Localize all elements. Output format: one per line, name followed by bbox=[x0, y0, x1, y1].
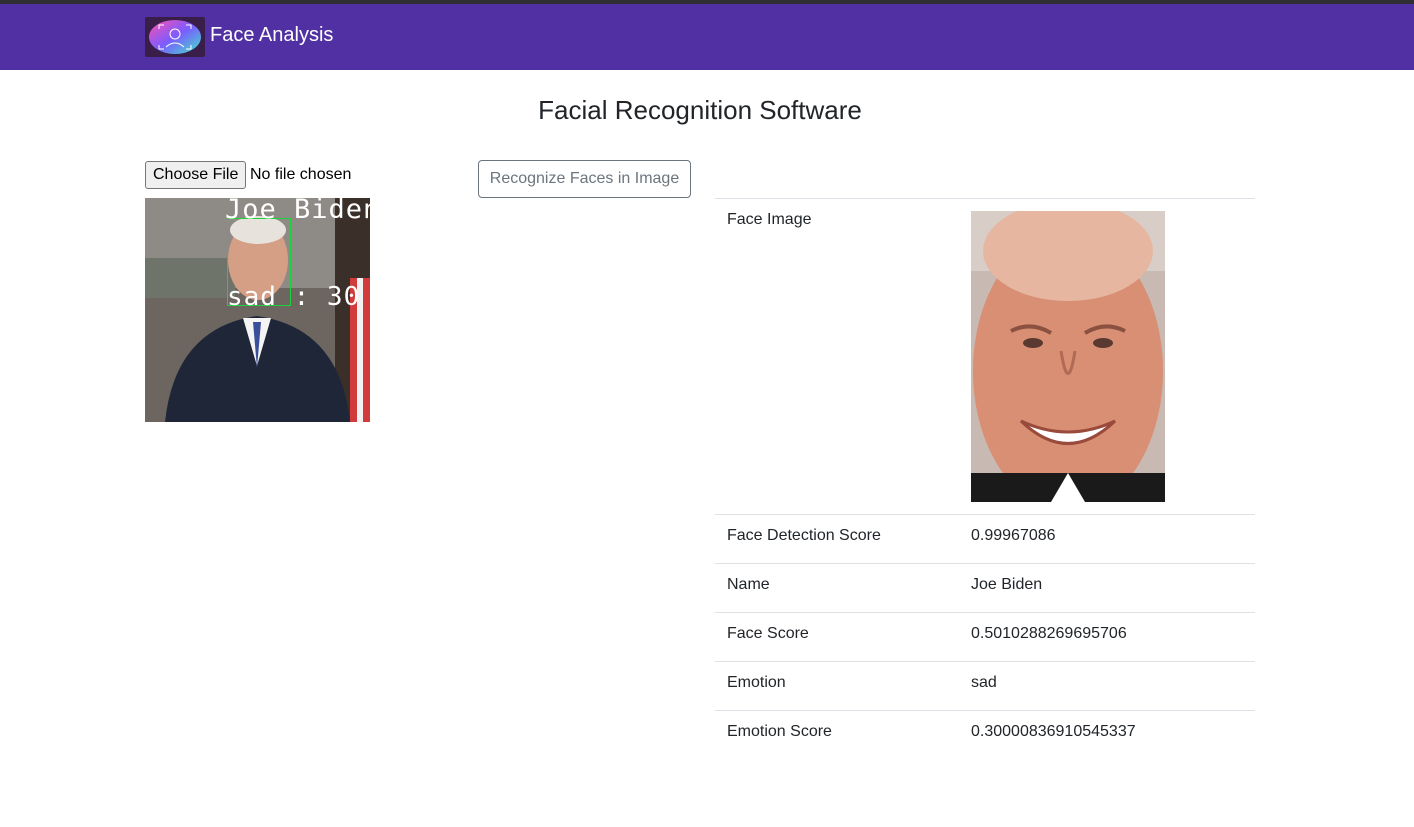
table-row: Name Joe Biden bbox=[715, 563, 1255, 613]
cropped-face-image bbox=[971, 211, 1165, 502]
table-row: Emotion sad bbox=[715, 661, 1255, 711]
brand-name[interactable]: Face Analysis bbox=[210, 24, 333, 47]
face-image-cell bbox=[959, 198, 1255, 515]
table-row-face-image: Face Image bbox=[715, 198, 1255, 515]
results-table: Face Image Face Detection Score 0.999670… bbox=[715, 198, 1255, 759]
file-status-text: No file chosen bbox=[250, 166, 352, 183]
table-row: Face Score 0.5010288269695706 bbox=[715, 612, 1255, 662]
choose-file-button[interactable]: Choose File bbox=[145, 161, 247, 189]
row-label: Face Detection Score bbox=[715, 514, 959, 564]
overlay-name-label: Joe Biden bbox=[225, 198, 370, 225]
row-label: Face Score bbox=[715, 612, 959, 662]
table-row: Emotion Score 0.30000836910545337 bbox=[715, 710, 1255, 759]
row-label: Emotion Score bbox=[715, 710, 959, 759]
row-label: Name bbox=[715, 563, 959, 613]
table-row: Face Detection Score 0.99967086 bbox=[715, 514, 1255, 564]
row-value: sad bbox=[959, 661, 1255, 711]
page-title: Facial Recognition Software bbox=[538, 95, 862, 125]
navbar: Face Analysis bbox=[0, 4, 1414, 70]
row-value: 0.99967086 bbox=[959, 514, 1255, 564]
row-value: 0.30000836910545337 bbox=[959, 710, 1255, 759]
row-label: Emotion bbox=[715, 661, 959, 711]
face-image-label: Face Image bbox=[715, 198, 959, 515]
face-scan-logo-icon[interactable] bbox=[145, 17, 205, 57]
annotated-result-image: Joe Biden sad : 30 bbox=[145, 198, 370, 422]
row-value: Joe Biden bbox=[959, 563, 1255, 613]
recognize-faces-button[interactable]: Recognize Faces in Image bbox=[478, 160, 691, 198]
row-value: 0.5010288269695706 bbox=[959, 612, 1255, 662]
overlay-emotion-label: sad : 30 bbox=[227, 282, 361, 312]
